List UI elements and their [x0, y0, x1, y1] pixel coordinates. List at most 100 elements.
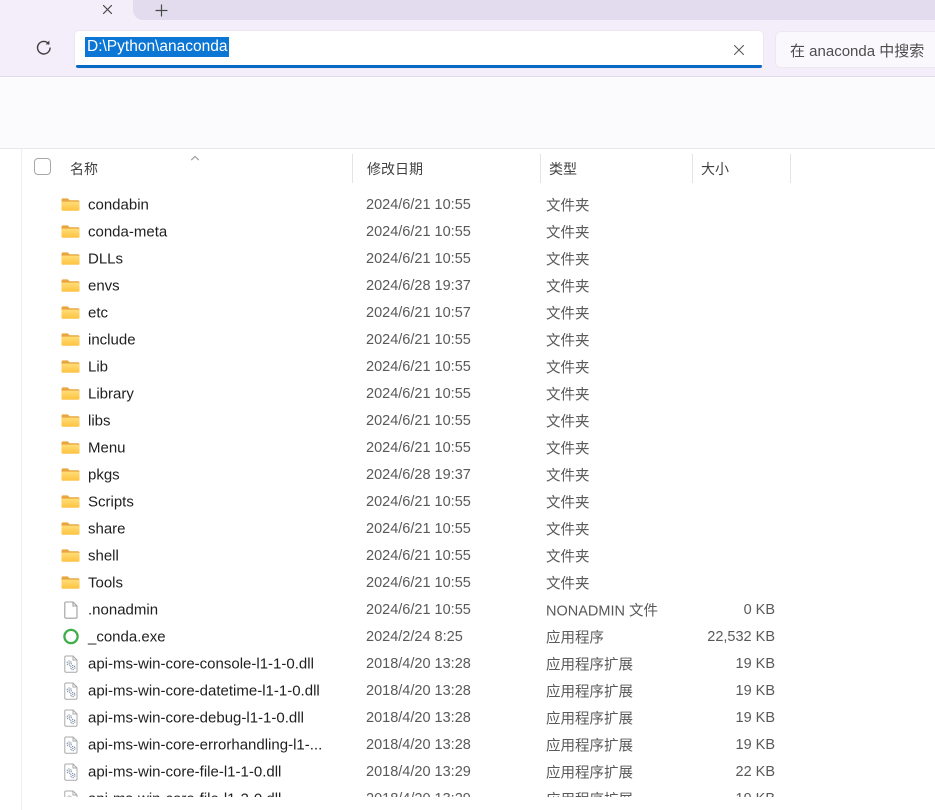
folder-icon	[61, 303, 80, 322]
select-all-checkbox[interactable]	[34, 158, 51, 175]
file-type: 应用程序扩展	[546, 657, 633, 673]
table-row[interactable]: api-ms-win-core-datetime-l1-1-0.dll 2018/…	[0, 677, 935, 704]
table-row[interactable]: Library 2024/6/21 10:55 文件夹	[0, 380, 935, 407]
table-row[interactable]: envs 2024/6/28 19:37 文件夹	[0, 272, 935, 299]
table-row[interactable]: .nonadmin 2024/6/21 10:55 NONADMIN 文件 0 KB	[0, 596, 935, 623]
table-row[interactable]: api-ms-win-core-file-l1-1-0.dll 2018/4/20…	[0, 758, 935, 785]
file-type: 文件夹	[546, 387, 590, 403]
table-row[interactable]: Scripts 2024/6/21 10:55 文件夹	[0, 488, 935, 515]
dll-file-icon	[61, 708, 80, 727]
folder-icon	[61, 546, 80, 565]
address-focus-underline	[76, 65, 762, 68]
table-row[interactable]: etc 2024/6/21 10:57 文件夹	[0, 299, 935, 326]
column-divider[interactable]	[540, 154, 541, 183]
file-name: condabin	[88, 196, 149, 213]
clear-address-icon[interactable]	[729, 40, 749, 60]
file-type: 文件夹	[546, 495, 590, 511]
new-tab-icon[interactable]	[150, 1, 172, 19]
table-row[interactable]: share 2024/6/21 10:55 文件夹	[0, 515, 935, 542]
dll-file-icon	[61, 681, 80, 700]
file-name: api-ms-win-core-debug-l1-1-0.dll	[88, 709, 304, 726]
file-name: libs	[88, 412, 111, 429]
table-row[interactable]: libs 2024/6/21 10:55 文件夹	[0, 407, 935, 434]
table-row[interactable]: api-ms-win-core-debug-l1-1-0.dll 2018/4/2…	[0, 704, 935, 731]
file-date: 2024/2/24 8:25	[366, 628, 463, 645]
file-date: 2024/6/21 10:57	[366, 304, 471, 321]
folder-icon	[61, 465, 80, 484]
file-size: 19 KB	[665, 791, 776, 798]
file-type: 应用程序扩展	[546, 765, 633, 781]
file-type: 文件夹	[546, 441, 590, 457]
dll-file-icon	[61, 654, 80, 673]
file-type: 文件夹	[546, 306, 590, 322]
table-row[interactable]: pkgs 2024/6/28 19:37 文件夹	[0, 461, 935, 488]
column-divider[interactable]	[790, 154, 791, 183]
file-name: api-ms-win-core-errorhandling-l1-...	[88, 736, 323, 753]
file-name: share	[88, 520, 126, 537]
address-bar-input[interactable]: D:\Python\anaconda	[75, 31, 763, 68]
folder-icon	[61, 519, 80, 538]
column-header-name[interactable]: 名称	[70, 159, 98, 179]
file-type: 文件夹	[546, 549, 590, 565]
address-path: D:\Python\anaconda	[85, 37, 230, 57]
file-date: 2024/6/21 10:55	[366, 412, 471, 429]
file-type: 文件夹	[546, 225, 590, 241]
table-row[interactable]: condabin 2024/6/21 10:55 文件夹	[0, 191, 935, 218]
file-name: Library	[88, 385, 134, 402]
file-date: 2024/6/21 10:55	[366, 439, 471, 456]
table-row[interactable]: Menu 2024/6/21 10:55 文件夹	[0, 434, 935, 461]
file-name: _conda.exe	[88, 628, 166, 645]
file-size: 19 KB	[735, 736, 776, 753]
file-date: 2024/6/21 10:55	[366, 223, 471, 240]
dll-file-icon	[61, 789, 80, 797]
column-header-type[interactable]: 类型	[549, 159, 577, 179]
tab-strip-background	[133, 0, 935, 20]
file-list: condabin 2024/6/21 10:55 文件夹 conda-meta 2024…	[0, 191, 935, 797]
file-type: 文件夹	[546, 360, 590, 376]
file-name: include	[88, 331, 136, 348]
file-date: 2024/6/21 10:55	[366, 574, 471, 591]
folder-icon	[61, 411, 80, 430]
table-row[interactable]: _conda.exe 2024/2/24 8:25 应用程序 22,532 KB	[0, 623, 935, 650]
folder-icon	[61, 573, 80, 592]
file-type: NONADMIN 文件	[546, 603, 658, 619]
close-tab-icon[interactable]	[97, 0, 117, 18]
refresh-icon[interactable]	[24, 29, 62, 67]
file-name: envs	[88, 277, 120, 294]
file-name: api-ms-win-core-console-l1-1-0.dll	[88, 655, 314, 672]
file-name: .nonadmin	[88, 601, 159, 618]
file-date: 2024/6/28 19:37	[366, 277, 471, 294]
column-header-size[interactable]: 大小	[701, 159, 729, 179]
file-name: pkgs	[88, 466, 120, 483]
column-header-date[interactable]: 修改日期	[367, 159, 423, 179]
dll-file-icon	[61, 762, 80, 781]
table-row[interactable]: Tools 2024/6/21 10:55 文件夹	[0, 569, 935, 596]
file-date: 2024/6/21 10:55	[366, 385, 471, 402]
file-date: 2018/4/20 13:28	[366, 736, 471, 753]
table-row[interactable]: api-ms-win-core-errorhandling-l1-... 2018…	[0, 731, 935, 758]
file-size: 19 KB	[735, 655, 776, 672]
table-row[interactable]: Lib 2024/6/21 10:55 文件夹	[0, 353, 935, 380]
folder-icon	[61, 357, 80, 376]
search-input[interactable]: 在 anaconda 中搜索	[775, 31, 935, 68]
folder-icon	[61, 384, 80, 403]
folder-icon	[61, 492, 80, 511]
column-divider[interactable]	[692, 154, 693, 183]
file-type: 文件夹	[546, 279, 590, 295]
file-type: 应用程序扩展	[546, 711, 633, 727]
column-divider[interactable]	[352, 154, 353, 183]
table-row[interactable]: api-ms-win-core-console-l1-1-0.dll 2018/4…	[0, 650, 935, 677]
file-type: 文件夹	[546, 522, 590, 538]
table-row[interactable]: DLLs 2024/6/21 10:55 文件夹	[0, 245, 935, 272]
file-type: 文件夹	[546, 576, 590, 592]
table-row[interactable]: shell 2024/6/21 10:55 文件夹	[0, 542, 935, 569]
folder-icon	[61, 249, 80, 268]
file-type: 文件夹	[546, 252, 590, 268]
table-row[interactable]: conda-meta 2024/6/21 10:55 文件夹	[0, 218, 935, 245]
file-type: 文件夹	[546, 414, 590, 430]
command-bar: 排序 查看	[0, 78, 935, 209]
file-date: 2024/6/21 10:55	[366, 547, 471, 564]
file-date: 2024/6/28 19:37	[366, 466, 471, 483]
table-row[interactable]: api-ms-win-core-file-l1-2-0.dll 2018/4/20…	[0, 785, 935, 797]
table-row[interactable]: include 2024/6/21 10:55 文件夹	[0, 326, 935, 353]
